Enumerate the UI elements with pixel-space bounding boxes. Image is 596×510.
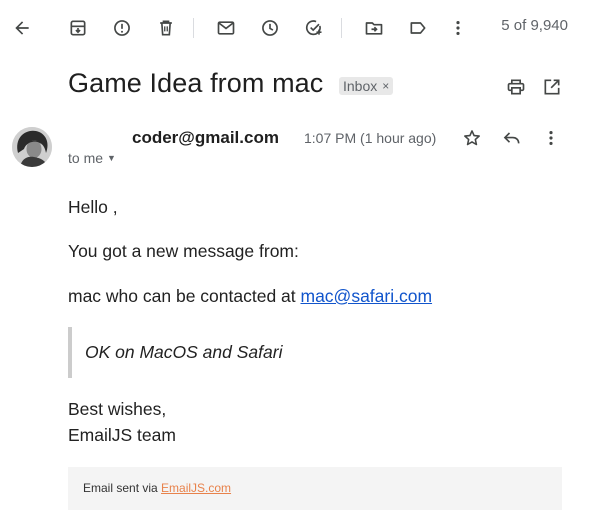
toolbar-divider	[341, 18, 342, 38]
more-vert-icon	[456, 21, 460, 35]
delete-button[interactable]	[150, 12, 182, 44]
back-arrow-icon	[15, 21, 29, 35]
more-vert-icon	[549, 131, 553, 145]
mark-unread-icon	[217, 21, 235, 35]
quoted-message-text: OK on MacOS and Safari	[85, 342, 283, 362]
print-all-button[interactable]	[502, 73, 530, 101]
recipient-details-toggle[interactable]: to me ▼	[68, 150, 116, 166]
add-to-tasks-icon	[305, 20, 322, 36]
archive-icon	[70, 20, 86, 36]
star-icon	[464, 130, 480, 146]
label-chip-text: Inbox	[343, 78, 378, 94]
delete-icon	[160, 20, 172, 36]
quoted-message: OK on MacOS and Safari	[68, 327, 472, 378]
toolbar-divider	[193, 18, 194, 38]
email-subject: Game Idea from mac	[68, 68, 324, 98]
report-spam-icon	[114, 20, 130, 36]
contact-email-link[interactable]: mac@safari.com	[301, 286, 433, 306]
message-counter: 5 of 9,940	[501, 17, 568, 34]
labels-button[interactable]	[402, 12, 434, 44]
mark-unread-button[interactable]	[210, 12, 242, 44]
move-to-button[interactable]	[358, 12, 390, 44]
recipient-text: to me	[68, 150, 104, 166]
star-button[interactable]	[458, 124, 486, 152]
email-footer: Email sent via EmailJS.com	[68, 467, 562, 510]
footer-prefix: Email sent via	[83, 481, 162, 495]
intro-line: You got a new message from:	[68, 241, 299, 261]
message-more-button[interactable]	[537, 124, 565, 152]
snooze-button[interactable]	[254, 12, 286, 44]
reply-icon	[503, 132, 520, 144]
message-time: 1:07 PM (1 hour ago)	[304, 130, 437, 146]
move-to-icon	[365, 22, 383, 35]
signature-line: EmailJS team	[68, 425, 176, 445]
avatar-photo	[12, 127, 52, 167]
signoff-line: Best wishes,	[68, 399, 167, 419]
sender-name[interactable]: coder@gmail.com	[132, 128, 279, 148]
chevron-down-icon: ▼	[107, 153, 116, 163]
more-options-button[interactable]	[442, 12, 474, 44]
print-icon	[507, 79, 525, 95]
greeting-line: Hello ,	[68, 197, 118, 217]
open-new-window-button[interactable]	[538, 73, 566, 101]
archive-button[interactable]	[62, 12, 94, 44]
contact-line: mac who can be contacted at mac@safari.c…	[68, 286, 432, 307]
emailjs-link[interactable]: EmailJS.com	[161, 481, 231, 495]
remove-label-button[interactable]: ×	[382, 79, 389, 93]
snooze-icon	[262, 20, 278, 36]
back-button[interactable]	[6, 12, 38, 44]
footer-text: Email sent via EmailJS.com	[83, 481, 231, 495]
reply-button[interactable]	[498, 124, 526, 152]
add-to-tasks-button[interactable]	[298, 12, 330, 44]
open-in-new-window-icon	[544, 79, 560, 95]
contact-prefix: mac who can be contacted at	[68, 286, 301, 306]
sender-avatar[interactable]	[12, 127, 52, 167]
inbox-label-chip: Inbox ×	[339, 77, 394, 95]
label-icon	[410, 22, 426, 34]
report-spam-button[interactable]	[106, 12, 138, 44]
message-toolbar: 5 of 9,940	[0, 0, 596, 56]
